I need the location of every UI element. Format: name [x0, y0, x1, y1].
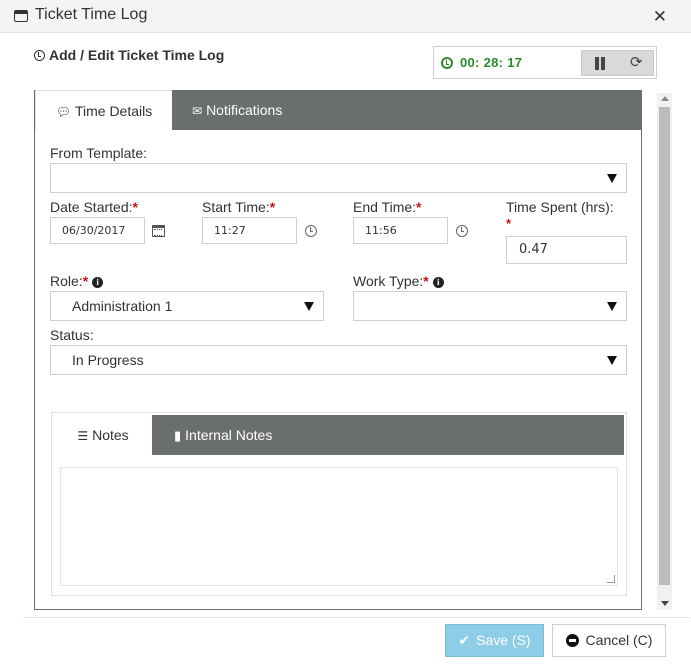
- required-mark: *: [269, 199, 276, 215]
- start-time-clock-icon[interactable]: [305, 225, 317, 237]
- scrollbar-thumb[interactable]: [659, 107, 670, 585]
- status-value: In Progress: [72, 352, 144, 368]
- role-label-text: Role:: [50, 273, 83, 289]
- footer-divider: [23, 617, 690, 618]
- work-type-select[interactable]: [353, 291, 627, 321]
- tab-notifications[interactable]: ✉ Notifications: [172, 90, 322, 130]
- notes-tab-bar: ☰ Notes ▮ Internal Notes: [54, 415, 624, 455]
- envelope-icon: ✉: [192, 104, 203, 118]
- timer-value: 00: 28: 17: [460, 55, 523, 70]
- timer-widget: 00: 28: 17 ⟳: [433, 46, 657, 79]
- page-title-text: Add / Edit Ticket Time Log: [49, 47, 225, 63]
- tab-notes[interactable]: ☰ Notes: [54, 415, 152, 455]
- chevron-down-icon: [607, 302, 617, 311]
- status-select[interactable]: In Progress: [50, 345, 627, 375]
- refresh-icon[interactable]: ⟳: [630, 53, 643, 71]
- required-mark: *: [416, 199, 422, 215]
- start-time-label: Start Time:*: [202, 199, 275, 215]
- file-icon: ▮: [174, 429, 182, 444]
- calendar-icon[interactable]: [152, 225, 165, 237]
- start-time-label-text: Start Time:: [202, 199, 270, 215]
- role-value: Administration 1: [72, 298, 173, 314]
- chevron-down-icon: [607, 356, 617, 365]
- tab-notifications-label: Notifications: [206, 102, 283, 118]
- cancel-button[interactable]: Cancel (C): [552, 624, 666, 657]
- from-template-label: From Template:: [50, 145, 147, 161]
- info-icon[interactable]: i: [92, 277, 104, 288]
- tab-bar: 💬︎ Time Details ✉ Notifications: [35, 90, 641, 130]
- check-icon: ✔: [458, 633, 471, 649]
- timer-controls: ⟳: [581, 50, 654, 76]
- notes-panel: ☰ Notes ▮ Internal Notes: [51, 412, 627, 596]
- window-title: Ticket Time Log: [35, 6, 148, 23]
- page-title: Add / Edit Ticket Time Log: [34, 47, 224, 63]
- role-label: Role:* i: [50, 273, 104, 289]
- date-started-input[interactable]: 06/30/2017: [50, 217, 145, 244]
- chevron-down-icon: [607, 174, 617, 183]
- tab-internal-notes[interactable]: ▮ Internal Notes: [152, 415, 322, 455]
- start-time-input[interactable]: 11:27: [202, 217, 297, 244]
- list-icon: ☰: [77, 429, 89, 443]
- tab-time-details-label: Time Details: [74, 103, 153, 119]
- form-panel: 💬︎ Time Details ✉ Notifications From Templ…: [34, 90, 642, 610]
- minus-circle-icon: [565, 634, 579, 647]
- cancel-button-label: Cancel (C): [585, 632, 653, 648]
- status-label: Status:: [50, 327, 94, 343]
- required-mark: *: [423, 273, 429, 289]
- timer-clock-icon: [441, 57, 453, 69]
- save-button-label: Save (S): [476, 632, 531, 648]
- tab-internal-notes-label: Internal Notes: [185, 427, 273, 443]
- time-spent-label: Time Spent (hrs):: [506, 199, 614, 215]
- work-type-label: Work Type:* i: [353, 273, 444, 289]
- required-mark: *: [82, 273, 89, 289]
- required-mark: *: [506, 216, 512, 231]
- chevron-down-icon: [304, 302, 314, 311]
- info-icon[interactable]: i: [432, 277, 444, 288]
- date-started-label-text: Date Started:: [50, 199, 133, 215]
- pause-icon[interactable]: [594, 57, 606, 70]
- close-icon[interactable]: ✕: [653, 7, 667, 27]
- resize-handle-icon[interactable]: [607, 575, 615, 583]
- end-time-label-text: End Time:: [353, 199, 417, 215]
- notes-textarea[interactable]: [60, 467, 618, 586]
- work-type-label-text: Work Type:: [353, 273, 424, 289]
- vertical-scrollbar[interactable]: [657, 93, 672, 610]
- scroll-down-icon[interactable]: [661, 601, 669, 606]
- date-started-label: Date Started:*: [50, 199, 138, 215]
- window-icon: [14, 10, 28, 22]
- comment-icon: 💬︎: [55, 105, 71, 119]
- save-button[interactable]: ✔ Save (S): [445, 624, 544, 657]
- tab-time-details[interactable]: 💬︎ Time Details: [35, 90, 172, 130]
- required-mark: *: [132, 199, 138, 215]
- time-spent-input[interactable]: 0.47: [506, 236, 627, 264]
- title-bar: Ticket Time Log ✕: [0, 0, 691, 33]
- from-template-select[interactable]: [50, 163, 627, 193]
- role-select[interactable]: Administration 1: [50, 291, 324, 321]
- end-time-label: End Time:*: [353, 199, 421, 215]
- end-time-clock-icon[interactable]: [456, 225, 468, 237]
- end-time-input[interactable]: 11:56: [353, 217, 448, 244]
- clock-icon: [34, 50, 45, 61]
- scroll-up-icon[interactable]: [661, 96, 669, 101]
- tab-notes-label: Notes: [92, 427, 129, 443]
